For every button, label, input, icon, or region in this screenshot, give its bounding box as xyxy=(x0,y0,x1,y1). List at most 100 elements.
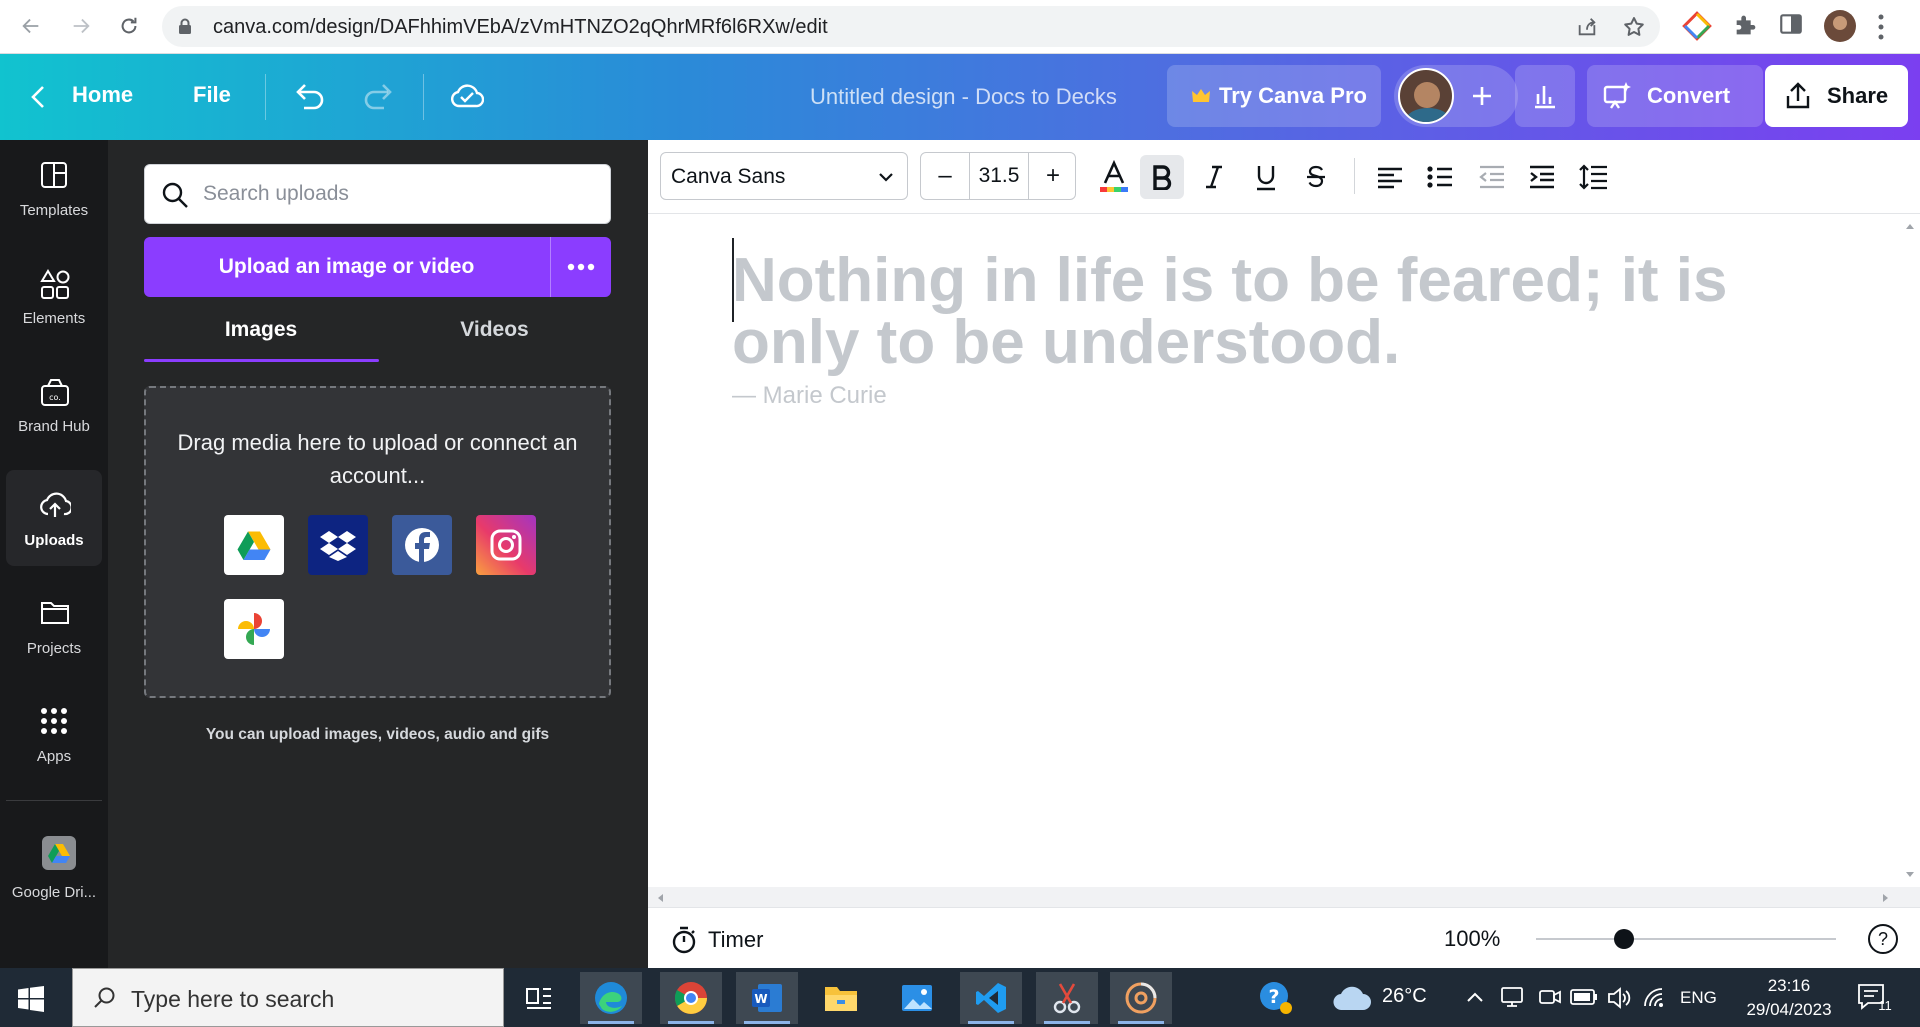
system-clock[interactable]: 23:16 29/04/2023 xyxy=(1744,974,1834,1022)
try-canva-pro-button[interactable]: Try Canva Pro xyxy=(1167,65,1381,127)
strikethrough-button[interactable] xyxy=(1294,155,1338,199)
help-button[interactable]: ? xyxy=(1868,924,1898,954)
battery-icon[interactable] xyxy=(1570,988,1598,1006)
zoom-value[interactable]: 100% xyxy=(1444,926,1500,952)
zoom-slider-handle[interactable] xyxy=(1614,929,1634,949)
taskbar-vscode[interactable] xyxy=(960,972,1022,1024)
increase-indent-button[interactable] xyxy=(1520,155,1564,199)
taskbar-media-app[interactable] xyxy=(1110,972,1172,1024)
tab-images[interactable]: Images xyxy=(144,318,378,342)
nav-item-google-drive[interactable]: Google Dri... xyxy=(6,820,102,916)
nav-label: Templates xyxy=(19,202,89,219)
media-disc-icon xyxy=(1125,982,1157,1014)
insights-button[interactable] xyxy=(1515,65,1575,127)
tab-videos[interactable]: Videos xyxy=(378,318,611,342)
font-family-select[interactable]: Canva Sans xyxy=(660,152,908,200)
design-title[interactable]: Untitled design - Docs to Decks xyxy=(810,84,1117,110)
input-language[interactable]: ENG xyxy=(1680,988,1717,1008)
reload-button[interactable] xyxy=(112,9,146,43)
cloud-saved-icon[interactable] xyxy=(450,82,484,110)
address-bar[interactable]: canva.com/design/DAFhhimVEbA/zVmHTNZO2qQ… xyxy=(162,6,1660,47)
decrease-indent-button[interactable] xyxy=(1470,155,1514,199)
taskbar-search-box[interactable]: Type here to search xyxy=(72,968,504,1027)
extensions-puzzle-icon[interactable] xyxy=(1732,11,1760,39)
nav-item-templates[interactable]: Templates xyxy=(6,140,102,236)
quote-author[interactable]: — Marie Curie xyxy=(732,382,887,410)
taskbar-snipping-tool[interactable] xyxy=(1036,972,1098,1024)
underline-button[interactable] xyxy=(1244,155,1288,199)
bullet-list-button[interactable] xyxy=(1418,155,1462,199)
increase-font-size-button[interactable]: + xyxy=(1029,153,1077,199)
svg-text:?: ? xyxy=(1268,986,1279,1008)
taskbar-chrome[interactable] xyxy=(660,972,722,1024)
connect-instagram-button[interactable] xyxy=(476,515,536,575)
volume-icon[interactable] xyxy=(1606,986,1632,1010)
photos-icon xyxy=(902,985,932,1011)
weather-temperature[interactable]: 26°C xyxy=(1382,985,1427,1008)
bold-button[interactable] xyxy=(1140,155,1184,199)
show-hidden-icons-chevron-up-icon[interactable] xyxy=(1466,990,1484,1004)
taskbar-word[interactable]: W xyxy=(736,972,798,1024)
active-app-underline xyxy=(668,1021,714,1024)
quote-text[interactable]: Nothing in life is to be feared; it is o… xyxy=(732,250,1852,374)
windows-start-icon[interactable] xyxy=(18,986,44,1012)
zoom-slider-track[interactable] xyxy=(1536,938,1836,940)
connect-google-photos-button[interactable] xyxy=(224,599,284,659)
convert-button[interactable]: Convert xyxy=(1587,65,1763,127)
taskbar-edge[interactable] xyxy=(580,972,642,1024)
taskbar-file-explorer[interactable] xyxy=(810,972,872,1024)
back-button[interactable] xyxy=(14,9,48,43)
nav-item-uploads[interactable]: Uploads xyxy=(6,470,102,566)
redo-icon[interactable] xyxy=(362,80,396,110)
collaborator-avatar[interactable] xyxy=(1398,68,1454,124)
home-button[interactable]: Home xyxy=(72,82,133,108)
cloud-weather-icon[interactable] xyxy=(1332,984,1372,1012)
share-button[interactable]: Share xyxy=(1765,65,1908,127)
task-view-button[interactable] xyxy=(508,972,570,1024)
align-left-button[interactable] xyxy=(1368,155,1412,199)
windows-taskbar: Type here to search W ? 26°C ENG 23:16 2… xyxy=(0,968,1920,1027)
search-uploads-input[interactable] xyxy=(203,179,593,209)
camera-icon[interactable] xyxy=(1538,986,1562,1008)
taskbar-photos[interactable] xyxy=(886,972,948,1024)
font-size-value[interactable]: 31.5 xyxy=(969,153,1029,199)
horizontal-scrollbar[interactable] xyxy=(648,887,1920,907)
line-spacing-button[interactable] xyxy=(1572,155,1616,199)
text-color-button[interactable] xyxy=(1092,155,1136,199)
undo-icon[interactable] xyxy=(292,80,326,110)
drop-zone[interactable]: Drag media here to upload or connect an … xyxy=(144,386,611,698)
italic-button[interactable] xyxy=(1192,155,1236,199)
more-vertical-icon[interactable] xyxy=(1876,13,1886,41)
templates-icon xyxy=(41,162,67,188)
upload-image-or-video-button[interactable]: Upload an image or video xyxy=(144,237,549,297)
search-box[interactable] xyxy=(144,164,611,224)
help-tips-icon[interactable]: ? xyxy=(1258,980,1294,1016)
bookmark-star-icon[interactable] xyxy=(1622,15,1646,39)
convert-label: Convert xyxy=(1647,83,1731,108)
profile-avatar[interactable] xyxy=(1824,10,1856,42)
add-collaborator-icon[interactable] xyxy=(1470,84,1494,108)
connect-google-drive-button[interactable] xyxy=(224,515,284,575)
share-page-icon[interactable] xyxy=(1576,16,1598,38)
wifi-icon[interactable] xyxy=(1642,986,1668,1010)
nav-item-apps[interactable]: Apps xyxy=(6,686,102,782)
forward-button[interactable] xyxy=(64,9,98,43)
scroll-left-arrow-icon xyxy=(658,894,663,902)
extension-diamond-icon[interactable] xyxy=(1682,11,1712,41)
nav-item-brand-hub[interactable]: co. Brand Hub xyxy=(6,356,102,452)
nav-item-projects[interactable]: Projects xyxy=(6,578,102,674)
connect-dropbox-button[interactable] xyxy=(308,515,368,575)
vertical-scrollbar[interactable] xyxy=(1898,214,1920,887)
collaborators-group xyxy=(1394,65,1518,127)
timer-button[interactable]: Timer xyxy=(670,926,763,954)
decrease-font-size-button[interactable]: – xyxy=(921,153,969,199)
upload-more-options-button[interactable] xyxy=(550,237,611,297)
italic-icon xyxy=(1206,165,1222,189)
file-menu-button[interactable]: File xyxy=(193,82,231,108)
connect-facebook-button[interactable] xyxy=(392,515,452,575)
chevron-left-icon[interactable] xyxy=(30,84,46,110)
display-settings-icon[interactable] xyxy=(1500,986,1524,1008)
nav-item-elements[interactable]: Elements xyxy=(6,248,102,344)
side-panel-icon[interactable] xyxy=(1778,11,1804,37)
design-canvas[interactable]: Nothing in life is to be feared; it is o… xyxy=(648,214,1920,907)
